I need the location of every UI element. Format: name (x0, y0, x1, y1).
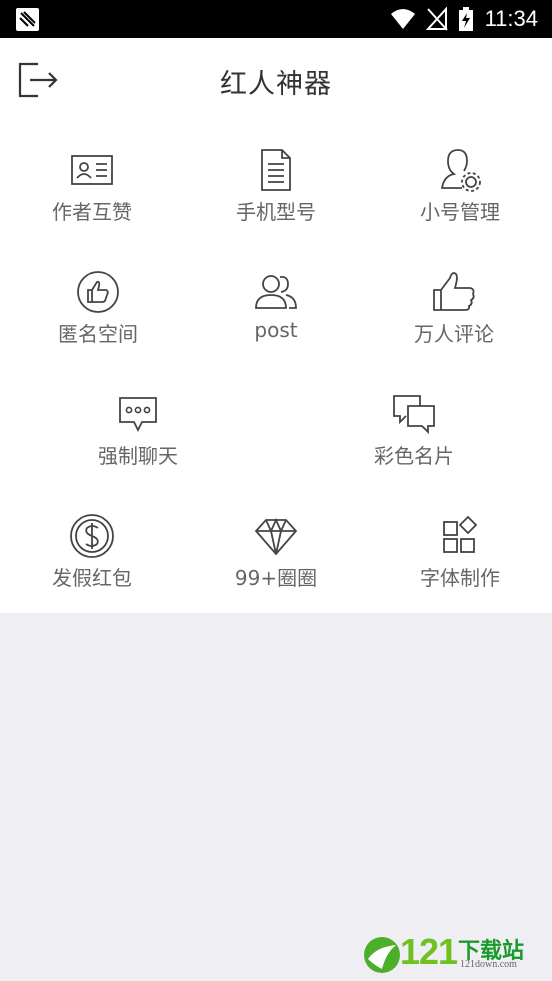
feature-grid: 作者互赞 手机型号 小号管理 匿名空间 post 万人评论 强制聊天 彩色名片 … (0, 124, 552, 613)
battery-charging-icon (459, 7, 473, 31)
chat-bubble-icon (119, 397, 157, 433)
page-title: 红人神器 (220, 69, 332, 100)
globe-logo-icon (364, 937, 400, 973)
clock: 11:34 (484, 6, 538, 31)
wifi-icon (391, 9, 415, 29)
grid-item-author-likes[interactable]: 作者互赞 (0, 124, 184, 246)
grid-item-label: 手机型号 (236, 200, 316, 224)
grid-item-phone-model[interactable]: 手机型号 (184, 124, 368, 246)
watermark-logo: 121 下载站 121down.com (362, 931, 544, 977)
grid-item-label: 万人评论 (414, 322, 494, 346)
grid-item-anonymous-space[interactable]: 匿名空间 (0, 246, 196, 368)
id-card-icon (71, 155, 113, 185)
diamond-icon (254, 517, 298, 556)
grid-item-99-circles[interactable]: 99+圈圈 (184, 490, 368, 612)
thumbs-up-circle-icon (77, 271, 119, 313)
status-bar: 11:34 (0, 0, 552, 38)
grid-item-account-management[interactable]: 小号管理 (368, 124, 552, 246)
grid-item-label: 字体制作 (420, 566, 500, 590)
grid-row: 强制聊天 彩色名片 (0, 368, 552, 490)
grid-item-label: 发假红包 (52, 566, 132, 590)
grid-row: 匿名空间 post 万人评论 (0, 246, 552, 368)
grid-row: 发假红包 99+圈圈 字体制作 (0, 490, 552, 612)
grid-item-label: 匿名空间 (58, 322, 138, 346)
grid-item-label: 强制聊天 (98, 444, 178, 468)
grid-row: 作者互赞 手机型号 小号管理 (0, 124, 552, 246)
messages-icon (393, 395, 435, 435)
grid-item-fake-red-packet[interactable]: 发假红包 (0, 490, 184, 612)
users-icon (255, 275, 297, 309)
user-settings-icon (440, 149, 481, 192)
grid-item-mass-comments[interactable]: 万人评论 (356, 246, 552, 368)
notification-app-icon (16, 8, 39, 31)
grid-item-label: 99+圈圈 (234, 566, 318, 590)
apps-icon (443, 515, 478, 553)
grid-item-label: post (254, 318, 298, 342)
header: 红人神器 (0, 38, 552, 124)
document-icon (261, 149, 291, 191)
grid-item-label: 小号管理 (420, 200, 500, 224)
thumbs-up-icon (433, 272, 475, 311)
dollar-coin-icon (70, 514, 114, 558)
no-signal-icon (426, 7, 448, 31)
grid-item-color-card[interactable]: 彩色名片 (276, 368, 552, 490)
grid-item-label: 彩色名片 (374, 444, 454, 468)
grid-item-font-creation[interactable]: 字体制作 (368, 490, 552, 612)
grid-item-force-chat[interactable]: 强制聊天 (0, 368, 276, 490)
watermark-number: 121 (400, 931, 458, 972)
grid-item-post[interactable]: post (184, 246, 368, 368)
grid-item-label: 作者互赞 (52, 200, 132, 224)
watermark-sub: 121down.com (460, 959, 517, 970)
